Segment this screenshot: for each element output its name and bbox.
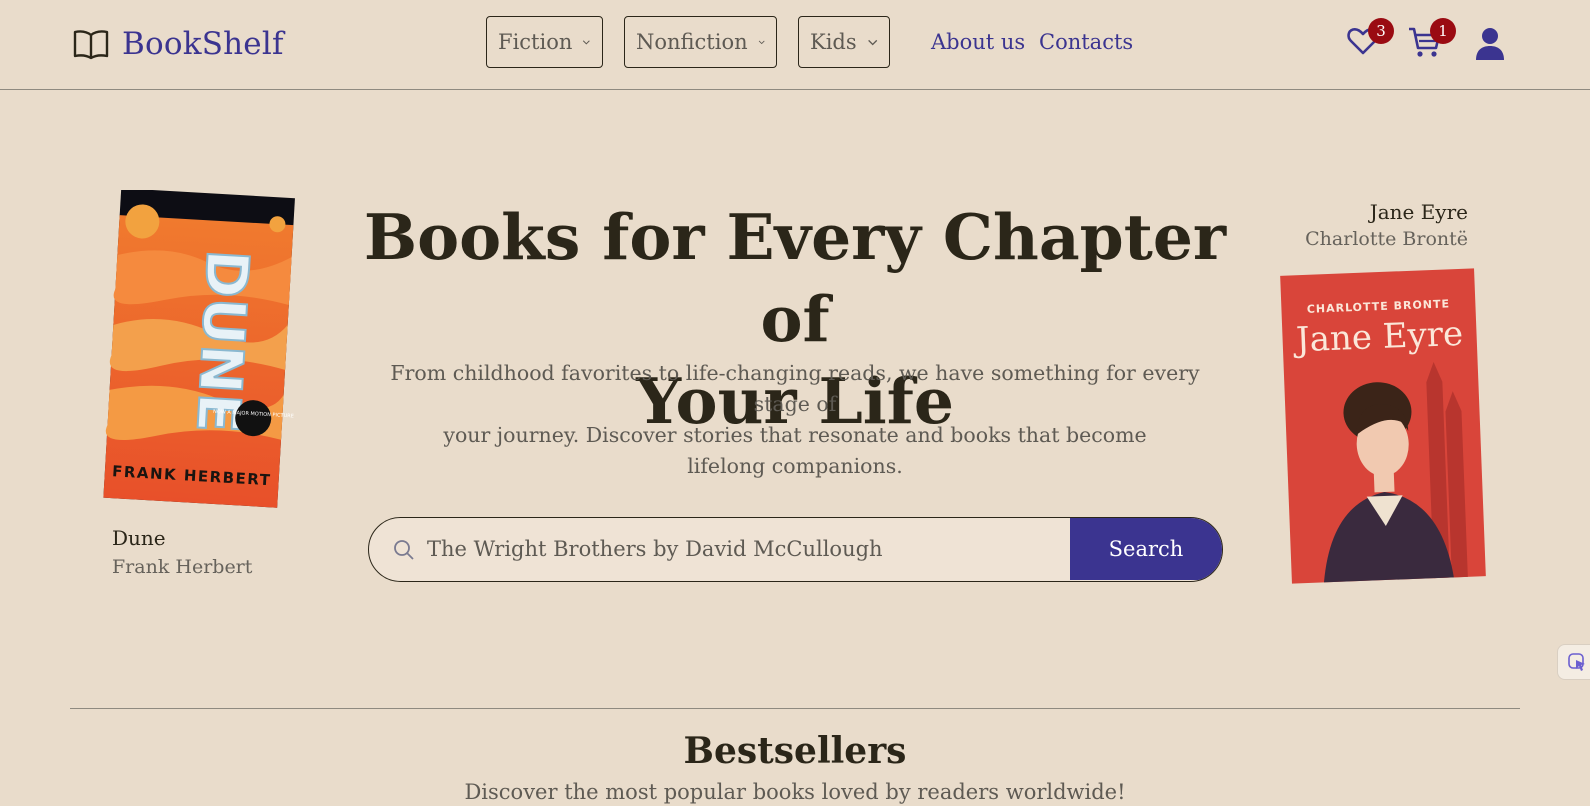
hero-title-line: Books for Every Chapter of bbox=[363, 200, 1227, 356]
brand-name: BookShelf bbox=[122, 26, 284, 62]
hero-subtitle-line: From childhood favorites to life-changin… bbox=[390, 361, 1200, 416]
featured-book-jane-eyre[interactable]: Jane Eyre Charlotte Brontë CHARLOTTE BRO… bbox=[1280, 200, 1490, 592]
fiction-dropdown-label: Fiction bbox=[498, 30, 573, 54]
chevron-down-icon bbox=[583, 40, 591, 45]
search-bar: Search bbox=[368, 517, 1223, 582]
nonfiction-dropdown[interactable]: Nonfiction bbox=[624, 16, 777, 68]
cart-button[interactable]: 1 bbox=[1407, 18, 1456, 64]
book-author: Frank Herbert bbox=[112, 556, 253, 578]
kids-dropdown-label: Kids bbox=[810, 30, 857, 54]
about-us-link[interactable]: About us bbox=[931, 30, 1025, 54]
brand-logo[interactable]: BookShelf bbox=[72, 26, 284, 62]
cart-count-badge: 1 bbox=[1430, 18, 1456, 44]
account-button[interactable] bbox=[1474, 27, 1506, 65]
bestsellers-subtitle: Discover the most popular books loved by… bbox=[464, 780, 1126, 804]
hero-subtitle: From childhood favorites to life-changin… bbox=[370, 358, 1220, 482]
book-author: Charlotte Brontë bbox=[1305, 228, 1468, 250]
hero-subtitle-line: your journey. Discover stories that reso… bbox=[443, 423, 1147, 447]
search-icon bbox=[394, 540, 414, 560]
contacts-link[interactable]: Contacts bbox=[1039, 30, 1133, 54]
kids-dropdown[interactable]: Kids bbox=[798, 16, 890, 68]
jane-eyre-cover-image: CHARLOTTE BRONTE Jane Eyre bbox=[1280, 268, 1486, 584]
accessibility-widget-button[interactable] bbox=[1557, 644, 1590, 680]
pointer-icon bbox=[1568, 653, 1585, 671]
book-title: Dune bbox=[112, 526, 166, 550]
open-book-icon bbox=[73, 30, 109, 60]
search-button[interactable]: Search bbox=[1070, 518, 1222, 580]
chevron-down-icon bbox=[758, 40, 765, 45]
user-icon bbox=[1476, 28, 1504, 60]
bestsellers-title: Bestsellers bbox=[683, 730, 907, 772]
search-input[interactable] bbox=[427, 518, 1057, 580]
section-divider bbox=[70, 708, 1520, 709]
wishlist-count-badge: 3 bbox=[1368, 18, 1394, 44]
jane-eyre-cover-title: Jane Eyre bbox=[1292, 314, 1464, 361]
site-header: BookShelf Fiction Nonfiction Kids About … bbox=[0, 0, 1590, 90]
dune-cover-image: DUNE NOW A MAJOR MOTION PICTURE FRANK HE… bbox=[103, 188, 295, 508]
hero-subtitle-line: lifelong companions. bbox=[687, 454, 903, 478]
book-title: Jane Eyre bbox=[1369, 200, 1468, 224]
fiction-dropdown[interactable]: Fiction bbox=[486, 16, 603, 68]
chevron-down-icon bbox=[867, 39, 877, 46]
wishlist-button[interactable]: 3 bbox=[1346, 18, 1394, 62]
nonfiction-dropdown-label: Nonfiction bbox=[636, 30, 748, 54]
featured-book-dune[interactable]: DUNE NOW A MAJOR MOTION PICTURE FRANK HE… bbox=[102, 188, 298, 578]
